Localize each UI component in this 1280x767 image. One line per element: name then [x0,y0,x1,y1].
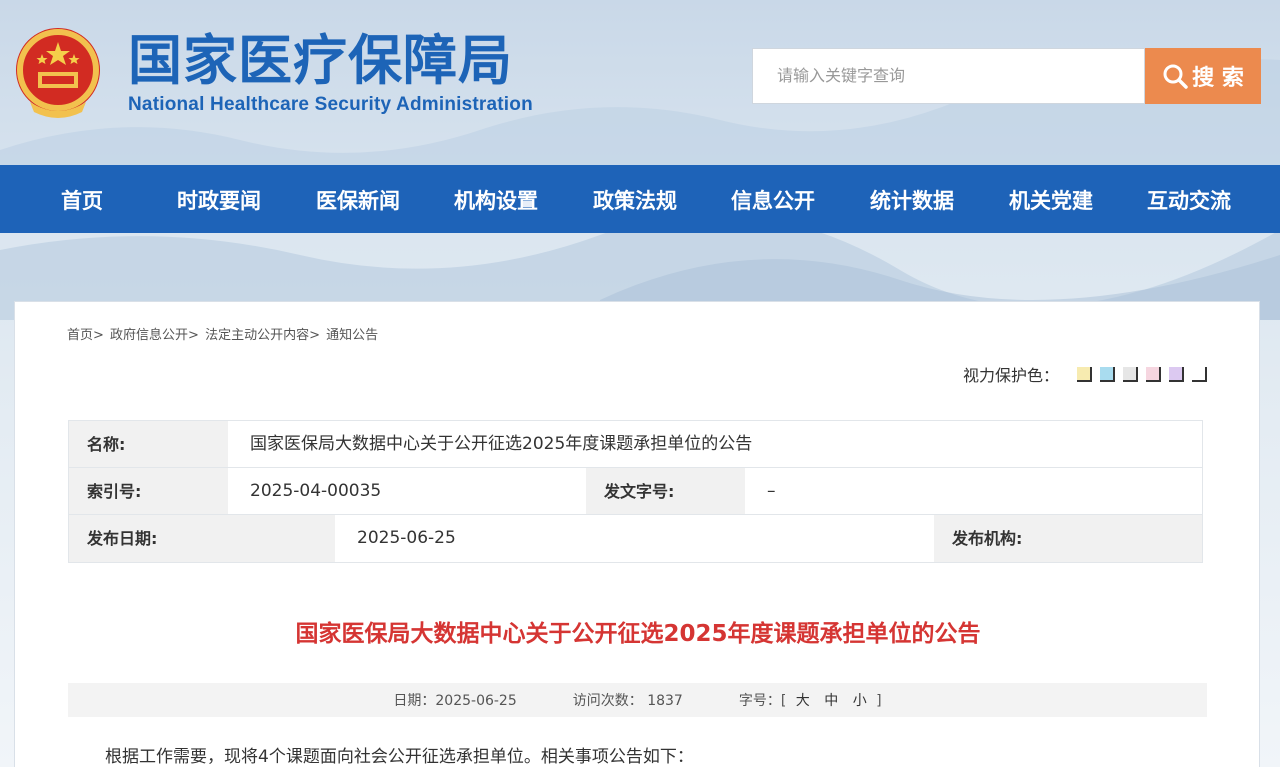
breadcrumb-statutory[interactable]: 法定主动公开内容> [205,328,320,343]
font-size-small-link[interactable]: 小 [853,693,867,709]
eye-protect-label: 视力保护色： [962,366,1059,385]
font-size-close: ] [876,693,882,709]
color-swatches [1077,366,1207,382]
info-label-docno: 发文字号: [586,468,745,514]
info-row-index: 索引号: 2025-04-00035 发文字号: – [69,468,1202,515]
nav-item-party[interactable]: 机关党建 [1009,185,1093,215]
eye-protect-color: 视力保护色： [963,362,1207,386]
swatch-gray[interactable] [1123,366,1138,382]
info-label-name: 名称: [69,421,228,467]
font-size-control: 字号：[ 大 中 小 ] [739,690,882,710]
swatch-yellow[interactable] [1077,366,1092,382]
info-value-index: 2025-04-00035 [228,468,586,514]
swatch-white[interactable] [1192,366,1207,382]
breadcrumb-home[interactable]: 首页> [67,328,104,343]
search-input[interactable]: 请输入关键字查询 [752,48,1145,104]
breadcrumb-gov-info[interactable]: 政府信息公开> [110,328,199,343]
nav-item-home[interactable]: 首页 [61,185,103,215]
font-size-label: 字号：[ [738,693,787,709]
meta-date: 日期：2025-06-25 [393,693,517,709]
font-size-large-link[interactable]: 大 [796,693,810,709]
nav-item-policy[interactable]: 政策法规 [593,185,677,215]
nav-item-interaction[interactable]: 互动交流 [1147,185,1231,215]
site-title-en: National Healthcare Security Administrat… [128,94,533,115]
meta-visits: 访问次数： 1837 [572,693,683,709]
nav-item-news[interactable]: 时政要闻 [177,185,261,215]
info-value-name: 国家医保局大数据中心关于公开征选2025年度课题承担单位的公告 [228,421,1202,467]
swatch-blue[interactable] [1100,366,1115,382]
site-header: 国家医疗保障局 National Healthcare Security Adm… [0,0,1280,165]
document-info-table: 名称: 国家医保局大数据中心关于公开征选2025年度课题承担单位的公告 索引号:… [68,420,1203,563]
info-label-index: 索引号: [69,468,228,514]
content-panel: 首页> 政府信息公开> 法定主动公开内容> 通知公告 视力保护色： 名称: 国家… [14,301,1260,767]
info-label-org: 发布机构: [934,515,1202,562]
national-emblem-icon [16,28,100,118]
swatch-pink[interactable] [1146,366,1161,382]
nav-item-insurance-news[interactable]: 医保新闻 [316,185,400,215]
article-body-paragraph: 根据工作需要，现将4个课题面向社会公开征选承担单位。相关事项公告如下： [105,747,694,767]
nav-item-disclosure[interactable]: 信息公开 [731,185,815,215]
font-size-medium-link[interactable]: 中 [824,693,838,709]
info-label-date: 发布日期: [69,515,335,562]
breadcrumb-notices[interactable]: 通知公告 [326,328,378,343]
article-meta-bar: 日期：2025-06-25 访问次数： 1837 字号：[ 大 中 小 ] [68,683,1207,717]
search-icon [1163,64,1188,89]
info-value-date: 2025-06-25 [335,515,934,562]
search-button-label: 搜 索 [1192,66,1244,91]
info-row-date: 发布日期: 2025-06-25 发布机构: [69,515,1202,562]
site-title-cn: 国家医疗保障局 [128,28,513,92]
nav-item-statistics[interactable]: 统计数据 [870,185,954,215]
swatch-purple[interactable] [1169,366,1184,382]
nav-item-organization[interactable]: 机构设置 [454,185,538,215]
main-nav: 首页 时政要闻 医保新闻 机构设置 政策法规 信息公开 统计数据 机关党建 互动… [0,165,1280,233]
search-button[interactable]: 搜 索 [1145,48,1261,104]
info-value-docno: – [745,468,1202,514]
breadcrumb: 首页> 政府信息公开> 法定主动公开内容> 通知公告 [67,324,380,343]
info-row-name: 名称: 国家医保局大数据中心关于公开征选2025年度课题承担单位的公告 [69,421,1202,468]
article-title: 国家医保局大数据中心关于公开征选2025年度课题承担单位的公告 [295,621,981,647]
